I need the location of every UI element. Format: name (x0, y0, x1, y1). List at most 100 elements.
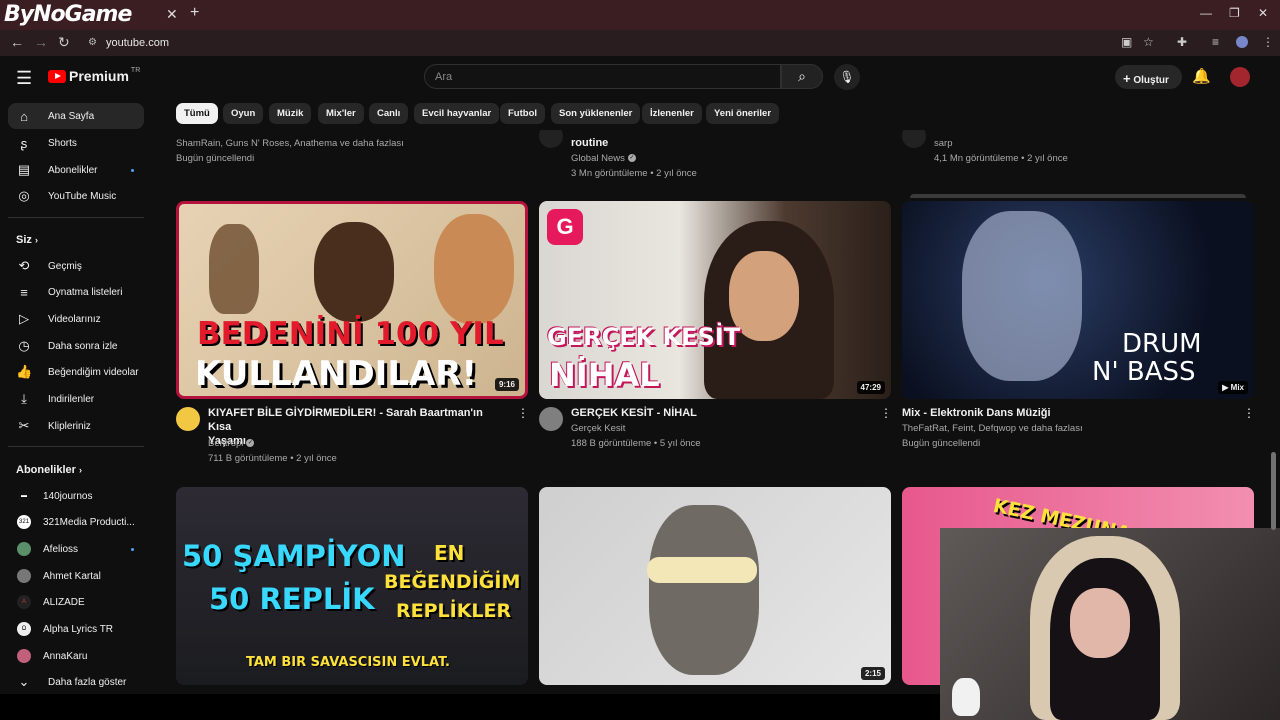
sidebar-item-label: Videolarınız (48, 313, 101, 325)
chip-recently-uploaded[interactable]: Son yüklenenler (551, 103, 641, 124)
media-icon[interactable]: ≡ (1212, 35, 1219, 49)
subscriptions-section-heading[interactable]: Abonelikler › (16, 464, 82, 476)
youtube-premium-logo[interactable]: Premium TR (48, 66, 141, 84)
video-duration: 9:16 (494, 378, 519, 391)
sidebar-item-label: Klipleriniz (48, 420, 91, 432)
subscriptions-icon: ▤ (17, 162, 31, 177)
chip-mixes[interactable]: Mix'ler (318, 103, 364, 124)
video-thumbnail[interactable]: 50 ŞAMPİYON 50 REPLİK EN BEĞENDİĞİM REPL… (176, 487, 528, 685)
back-icon[interactable]: ← (10, 34, 24, 50)
download-icon: ⤓ (21, 391, 27, 406)
thumbnail-subhead: BEĞENDİĞİM (384, 571, 521, 593)
watch-later-icon: ◷ (18, 338, 30, 353)
sidebar-sub-140journos[interactable]: ▬ 140journos (8, 483, 144, 509)
browser-menu-icon[interactable]: ⋮ (1262, 35, 1274, 49)
sidebar-item-label: Geçmiş (48, 260, 82, 272)
video-thumbnail[interactable]: 2:15 (539, 487, 891, 685)
extensions-icon[interactable]: ✚ (1177, 35, 1187, 49)
sidebar-item-shorts[interactable]: ʂ Shorts (8, 130, 144, 156)
site-info-icon[interactable]: ⚙ (88, 37, 97, 48)
sidebar-item-subscriptions[interactable]: ▤ Abonelikler (8, 157, 144, 183)
notifications-bell-icon[interactable]: 🔔 (1192, 67, 1211, 85)
video-channel[interactable]: TheFatRat, Feint, Defqwop ve daha fazlas… (902, 421, 1083, 436)
search-button[interactable]: ⌕ (781, 64, 823, 89)
partial-video-title[interactable]: routine (571, 137, 608, 149)
sidebar-item-label: Abonelikler (48, 164, 98, 176)
video-thumbnail[interactable]: DRUM N' BASS ▶ Mix (902, 201, 1254, 399)
sidebar-sub-alpha-lyrics[interactable]: Ω Alpha Lyrics TR (8, 616, 144, 642)
chevron-down-icon: ⌄ (18, 674, 30, 689)
verified-icon: ✓ (246, 439, 255, 448)
sidebar-sub-321media[interactable]: 321 321Media Producti... (8, 509, 144, 535)
show-more-button[interactable]: ⌄ Daha fazla göster (8, 669, 144, 695)
chip-new-to-you[interactable]: Yeni öneriler (706, 103, 780, 124)
url-field[interactable]: ⚙ youtube.com (80, 33, 1170, 53)
partial-video-channel[interactable]: sarp (934, 138, 952, 149)
sidebar-item-playlists[interactable]: ≡ Oynatma listeleri (8, 279, 144, 305)
account-avatar[interactable] (1230, 67, 1250, 87)
new-tab-button[interactable]: + (190, 4, 199, 22)
you-section-heading[interactable]: Siz › (16, 234, 38, 246)
search-input[interactable]: Ara (424, 64, 781, 89)
partial-video-meta: Bugün güncellendi (176, 153, 255, 164)
chip-gaming[interactable]: Oyun (223, 103, 264, 124)
video-thumbnail[interactable]: BEDENİNİ 100 YIL KULLANDILAR! 9:16 (176, 201, 528, 399)
sidebar-sub-afelioss[interactable]: Afelioss (8, 536, 144, 562)
sidebar-item-clips[interactable]: ✂ Klipleriniz (8, 413, 144, 439)
sidebar-item-label: Afelioss (43, 543, 79, 555)
minimize-icon[interactable]: — (1200, 6, 1212, 20)
video-duration: 47:29 (856, 381, 885, 394)
chip-football[interactable]: Futbol (500, 103, 546, 124)
sidebar-item-your-videos[interactable]: ▷ Videolarınız (8, 306, 144, 332)
bookmark-star-icon[interactable]: ☆ (1143, 35, 1154, 49)
video-channel[interactable]: Bentropi ✓ (208, 436, 255, 451)
video-options-icon[interactable]: ⋮ (517, 406, 529, 420)
close-tab-icon[interactable]: ✕ (166, 6, 178, 23)
channel-avatar[interactable] (539, 407, 563, 431)
thumbnail-figure (209, 224, 259, 314)
video-title[interactable]: Mix - Elektronik Dans Müziği (902, 406, 1232, 420)
video-options-icon[interactable]: ⋮ (880, 406, 892, 420)
window-close-icon[interactable]: ✕ (1258, 6, 1268, 20)
chip-music[interactable]: Müzik (269, 103, 312, 124)
sidebar-item-home[interactable]: ⌂ Ana Sayfa (8, 103, 144, 129)
video-thumbnail[interactable]: G GERÇEK KESİT NİHAL 47:29 (539, 201, 891, 399)
forward-icon[interactable]: → (34, 34, 48, 50)
channel-avatar (17, 542, 31, 556)
sidebar-item-liked[interactable]: 👍 Beğendiğim videolar (8, 359, 144, 385)
chip-watched[interactable]: İzlenenler (642, 103, 702, 124)
video-options-icon[interactable]: ⋮ (1243, 406, 1255, 420)
plus-icon: + (1123, 71, 1131, 86)
profile-icon[interactable] (1236, 36, 1248, 48)
sidebar-sub-ahmet-kartal[interactable]: Ahmet Kartal (8, 563, 144, 589)
chip-pets[interactable]: Evcil hayvanlar (414, 103, 500, 124)
sidebar-item-watch-later[interactable]: ◷ Daha sonra izle (8, 333, 144, 359)
reload-icon[interactable]: ↻ (58, 34, 70, 51)
sidebar-sub-annakaru[interactable]: AnnaKaru (8, 643, 144, 669)
voice-search-button[interactable]: 🎙 (834, 64, 860, 90)
sidebar-item-label: 140journos (43, 490, 93, 502)
thumbnail-headline: N' BASS (1092, 357, 1196, 387)
page-scrollbar[interactable] (1271, 452, 1276, 530)
sidebar-item-label: Beğendiğim videolar (48, 366, 139, 378)
sidebar-sub-alizade[interactable]: A ALIZADE (8, 589, 144, 615)
maximize-icon[interactable]: ❐ (1229, 6, 1240, 20)
chip-all[interactable]: Tümü (176, 103, 218, 124)
chip-live[interactable]: Canlı (369, 103, 409, 124)
create-button[interactable]: + Oluştur (1115, 65, 1182, 89)
video-title[interactable]: GERÇEK KESİT - NİHAL (571, 406, 871, 420)
sidebar-item-label: Ana Sayfa (48, 110, 95, 122)
thumbnail-paint-roller (647, 557, 757, 583)
sidebar-item-downloads[interactable]: ⤓ İndirilenler (8, 386, 144, 412)
thumbnail-headline: BEDENİNİ 100 YIL (197, 316, 504, 352)
sidebar-item-history[interactable]: ⟲ Geçmiş (8, 253, 144, 279)
sidebar-item-music[interactable]: ◎ YouTube Music (8, 183, 144, 209)
menu-icon[interactable]: ☰ (16, 68, 32, 89)
video-channel[interactable]: Gerçek Kesit (571, 421, 625, 436)
logo-country: TR (130, 66, 141, 74)
partial-video-channel[interactable]: Global News ✓ (571, 153, 636, 164)
thumbnail-anime-figure (962, 211, 1082, 381)
thumbnail-face (314, 222, 394, 322)
cast-icon[interactable]: ▣ (1121, 35, 1132, 49)
channel-avatar[interactable] (176, 407, 200, 431)
